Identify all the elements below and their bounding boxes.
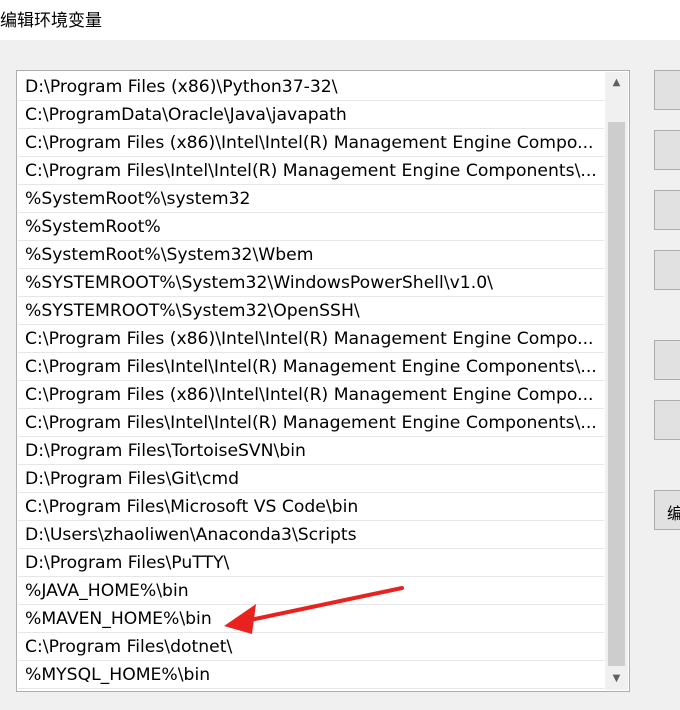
list-item[interactable]: %SystemRoot%\System32\Wbem xyxy=(18,241,604,269)
list-item[interactable]: C:\Program Files\dotnet\ xyxy=(18,633,604,661)
new-button[interactable] xyxy=(654,70,680,110)
list-item[interactable]: D:\Program Files (x86)\Python37-32\ xyxy=(18,73,604,101)
window-title: 编辑环境变量 xyxy=(0,11,102,31)
list-item[interactable]: %SystemRoot%\system32 xyxy=(18,185,604,213)
path-listbox[interactable]: D:\Program Files (x86)\Python37-32\ C:\P… xyxy=(16,70,630,692)
list-item[interactable]: D:\Program Files\Git\cmd xyxy=(18,465,604,493)
list-item[interactable]: C:\Program Files\Microsoft VS Code\bin xyxy=(18,493,604,521)
list-item[interactable]: C:\Program Files\Intel\Intel(R) Manageme… xyxy=(18,409,604,437)
edit-button[interactable] xyxy=(654,130,680,170)
move-up-button[interactable] xyxy=(654,340,680,380)
list-item[interactable]: %SystemRoot% xyxy=(18,213,604,241)
delete-button[interactable] xyxy=(654,250,680,290)
list-item[interactable]: C:\Program Files\Intel\Intel(R) Manageme… xyxy=(18,157,604,185)
scroll-down-icon[interactable]: ▼ xyxy=(605,668,628,690)
list-item[interactable]: C:\Program Files (x86)\Intel\Intel(R) Ma… xyxy=(18,381,604,409)
edit-text-button[interactable]: 编 xyxy=(654,490,680,530)
move-down-button[interactable] xyxy=(654,400,680,440)
path-list: D:\Program Files (x86)\Python37-32\ C:\P… xyxy=(18,73,604,689)
list-item[interactable]: %MYSQL_HOME%\bin xyxy=(18,661,604,689)
list-item[interactable]: C:\Program Files\Intel\Intel(R) Manageme… xyxy=(18,353,604,381)
list-item[interactable]: D:\Users\zhaoliwen\Anaconda3\Scripts xyxy=(18,521,604,549)
list-item-maven-home[interactable]: %MAVEN_HOME%\bin xyxy=(18,605,604,633)
browse-button[interactable] xyxy=(654,190,680,230)
scrollbar-thumb[interactable] xyxy=(608,122,625,666)
list-item[interactable]: C:\Program Files (x86)\Intel\Intel(R) Ma… xyxy=(18,129,604,157)
edit-text-button-label: 编 xyxy=(667,504,680,523)
scroll-up-icon[interactable]: ▲ xyxy=(605,72,628,94)
list-item[interactable]: %SYSTEMROOT%\System32\OpenSSH\ xyxy=(18,297,604,325)
list-item[interactable]: %SYSTEMROOT%\System32\WindowsPowerShell\… xyxy=(18,269,604,297)
list-item[interactable]: D:\Program Files\PuTTY\ xyxy=(18,549,604,577)
list-item[interactable]: D:\Program Files\TortoiseSVN\bin xyxy=(18,437,604,465)
list-item[interactable]: C:\Program Files (x86)\Intel\Intel(R) Ma… xyxy=(18,325,604,353)
list-item[interactable]: C:\ProgramData\Oracle\Java\javapath xyxy=(18,101,604,129)
title-bar: 编辑环境变量 xyxy=(0,0,680,40)
vertical-scrollbar[interactable]: ▲ ▼ xyxy=(605,72,628,690)
list-item[interactable]: %JAVA_HOME%\bin xyxy=(18,577,604,605)
